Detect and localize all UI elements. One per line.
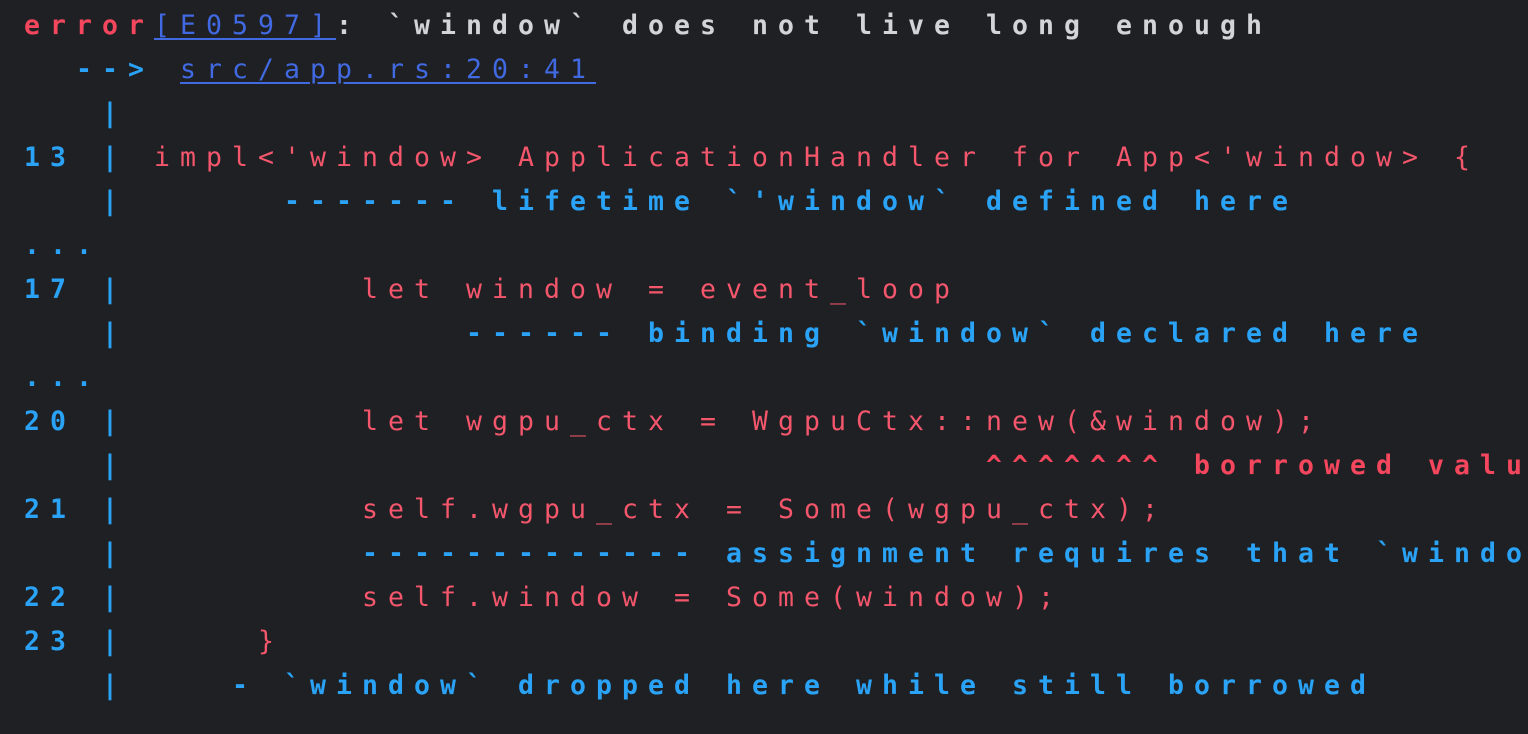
diagnostic-line: error[E0597]: `window` does not live lon…	[0, 4, 1528, 48]
error-code-link[interactable]: [E0597]	[154, 10, 336, 41]
source-code-text: self.wgpu_ctx = Some(wgpu_ctx);	[154, 494, 1169, 525]
diagnostic-line: | ------------- assignment requires that…	[0, 532, 1528, 576]
annotation-marker: ------	[466, 318, 623, 349]
diagnostic-line: | ------- lifetime `'window` defined her…	[0, 180, 1528, 224]
annotation-pad	[154, 450, 986, 481]
annotation-pad	[154, 538, 362, 569]
diagnostic-line: 22 | self.window = Some(window);	[0, 576, 1528, 620]
diagnostic-line: 13 | impl<'window> ApplicationHandler fo…	[0, 136, 1528, 180]
gutter-line-number: 22 |	[24, 582, 155, 613]
annotation-marker: -	[232, 670, 259, 701]
annotation-marker: -------	[284, 186, 467, 217]
diagnostic-line: |	[0, 92, 1528, 136]
diagnostic-line: --> src/app.rs:20:41	[0, 48, 1528, 92]
location-arrow-icon: -->	[76, 54, 155, 85]
diagnostic-line: | ^^^^^^^ borrowed value does not live l…	[0, 444, 1528, 488]
annotation-label: lifetime `'window` defined here	[466, 186, 1299, 217]
annotation-pad	[154, 318, 466, 349]
diagnostic-line: | - `window` dropped here while still bo…	[0, 664, 1528, 708]
gutter-ellipsis: ...	[24, 362, 103, 393]
gutter-bar: |	[24, 538, 155, 569]
annotation-pad	[154, 186, 284, 217]
gutter-bar: |	[24, 186, 155, 217]
gutter-ellipsis: ...	[24, 230, 103, 261]
source-code-text: }	[154, 626, 285, 657]
diagnostic-line: 21 | self.wgpu_ctx = Some(wgpu_ctx);	[0, 488, 1528, 532]
annotation-pad	[154, 670, 232, 701]
source-path-link[interactable]: src/app.rs:20:41	[180, 54, 596, 85]
gutter-bar: |	[24, 670, 155, 701]
diagnostic-line: 20 | let wgpu_ctx = WgpuCtx::new(&window…	[0, 400, 1528, 444]
gutter-line-number: 23 |	[24, 626, 155, 657]
annotation-label: `window` dropped here while still borrow…	[258, 670, 1377, 701]
diagnostic-line: ...	[0, 356, 1528, 400]
gutter-bar: |	[24, 450, 155, 481]
gutter-line-number: 20 |	[24, 406, 155, 437]
annotation-marker: ^^^^^^^	[986, 450, 1169, 481]
gutter-bar: |	[24, 318, 155, 349]
error-message-text: `window` does not live long enough	[362, 10, 1273, 41]
gutter-line-number: 13 |	[24, 142, 155, 173]
location-space	[154, 54, 180, 85]
gutter-bar: |	[24, 98, 155, 129]
diagnostic-line: | ------ binding `window` declared here	[0, 312, 1528, 356]
header-colon: :	[336, 10, 363, 41]
annotation-label: borrowed value does not live long enough	[1194, 450, 1528, 481]
diagnostic-line: ...	[0, 224, 1528, 268]
gutter-line-number: 21 |	[24, 494, 155, 525]
gutter-line-number: 17 |	[24, 274, 155, 305]
error-severity-label: error	[24, 10, 155, 41]
diagnostic-line: 23 | }	[0, 620, 1528, 664]
location-indent	[24, 54, 76, 85]
source-code-text: impl<'window> ApplicationHandler for App…	[154, 142, 1481, 173]
diagnostic-line: 17 | let window = event_loop	[0, 268, 1528, 312]
terminal-output: error[E0597]: `window` does not live lon…	[0, 0, 1528, 734]
annotation-label: binding `window` declared here	[622, 318, 1429, 349]
annotation-label: assignment requires that `window` is bor…	[726, 538, 1528, 569]
source-code-text: self.window = Some(window);	[154, 582, 1065, 613]
source-code-text: let window = event_loop	[154, 274, 961, 305]
source-code-text: let wgpu_ctx = WgpuCtx::new(&window);	[154, 406, 1325, 437]
annotation-marker: -------------	[362, 538, 701, 569]
